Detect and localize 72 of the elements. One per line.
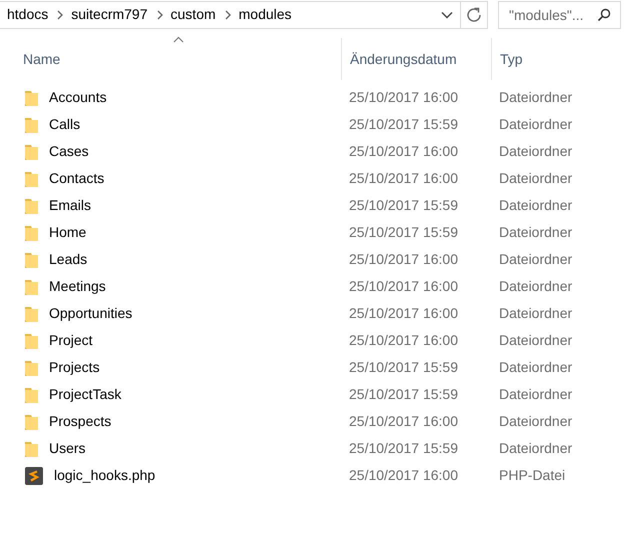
file-name[interactable]: logic_hooks.php: [54, 465, 156, 486]
modified-date: 25/10/2017 15:59: [349, 359, 458, 375]
modified-date: 25/10/2017 16:00: [349, 305, 458, 321]
modified-date: 25/10/2017 16:00: [349, 278, 458, 294]
file-name[interactable]: Leads: [49, 249, 88, 270]
file-type: Dateiordner: [499, 332, 572, 348]
file-name[interactable]: Contacts: [49, 168, 104, 189]
file-type: Dateiordner: [499, 359, 572, 375]
file-name[interactable]: Meetings: [49, 276, 106, 297]
file-type: Dateiordner: [499, 440, 572, 456]
folder-icon: [25, 278, 38, 295]
modified-date: 25/10/2017 16:00: [349, 332, 458, 348]
file-name[interactable]: Users: [49, 438, 86, 459]
modified-date: 25/10/2017 16:00: [349, 89, 458, 105]
breadcrumb-item[interactable]: suitecrm797: [64, 4, 148, 25]
folder-icon: [25, 251, 38, 268]
column-header[interactable]: Typ: [491, 38, 523, 80]
folder-icon: [25, 116, 38, 133]
file-type: Dateiordner: [499, 224, 572, 240]
file-type: Dateiordner: [499, 143, 572, 159]
folder-icon: [25, 143, 38, 160]
file-name[interactable]: Opportunities: [49, 303, 132, 324]
file-type: PHP-Datei: [499, 467, 566, 483]
chevron-right-icon: [57, 10, 64, 20]
modified-date: 25/10/2017 16:00: [349, 467, 458, 483]
folder-icon: [25, 332, 38, 349]
search-field[interactable]: "modules"...: [498, 0, 621, 28]
search-icon: [597, 8, 611, 22]
chevron-right-icon: [224, 10, 232, 20]
file-type: Dateiordner: [499, 170, 572, 186]
file-type: Dateiordner: [499, 305, 572, 321]
modified-date: 25/10/2017 15:59: [349, 386, 458, 402]
folder-icon: [25, 359, 38, 376]
folder-icon: [25, 386, 38, 403]
file-type: Dateiordner: [499, 116, 572, 132]
modified-date: 25/10/2017 16:00: [349, 251, 458, 267]
modified-date: 25/10/2017 15:59: [349, 116, 458, 132]
modified-date: 25/10/2017 16:00: [349, 170, 458, 186]
chevron-right-icon: [156, 10, 164, 20]
folder-icon: [25, 170, 38, 187]
file-type: Dateiordner: [499, 278, 572, 294]
modified-date: 25/10/2017 15:59: [349, 224, 458, 240]
folder-icon: [25, 89, 38, 106]
modified-date: 25/10/2017 16:00: [349, 413, 458, 429]
folder-icon: [25, 413, 38, 430]
folder-icon: [25, 440, 38, 457]
file-name[interactable]: Home: [49, 222, 86, 243]
file-name[interactable]: Emails: [49, 195, 92, 216]
breadcrumb-item[interactable]: modules: [232, 4, 292, 25]
breadcrumb-item[interactable]: custom: [164, 4, 216, 25]
modified-date: 25/10/2017 15:59: [349, 440, 458, 456]
breadcrumb-item[interactable]: htdocs: [0, 4, 48, 25]
file-name[interactable]: Project: [49, 330, 93, 351]
file-type: Dateiordner: [499, 197, 572, 213]
file-name[interactable]: Calls: [49, 114, 80, 135]
modified-date: 25/10/2017 15:59: [349, 197, 458, 213]
file-name[interactable]: Accounts: [49, 87, 107, 108]
file-name[interactable]: Prospects: [49, 411, 112, 432]
folder-icon: [25, 224, 38, 241]
file-type: Dateiordner: [499, 413, 572, 429]
modified-date: 25/10/2017 16:00: [349, 143, 458, 159]
file-name[interactable]: ProjectTask: [49, 384, 122, 405]
folder-icon: [25, 305, 38, 322]
file-icon: [25, 466, 43, 484]
file-name[interactable]: Projects: [49, 357, 100, 378]
column-header[interactable]: Änderungsdatum: [341, 38, 491, 80]
folder-icon: [25, 197, 38, 214]
file-type: Dateiordner: [499, 386, 572, 402]
column-header[interactable]: Name: [0, 38, 341, 80]
file-type: Dateiordner: [499, 89, 572, 105]
file-type: Dateiordner: [499, 251, 572, 267]
file-name[interactable]: Cases: [49, 141, 89, 162]
